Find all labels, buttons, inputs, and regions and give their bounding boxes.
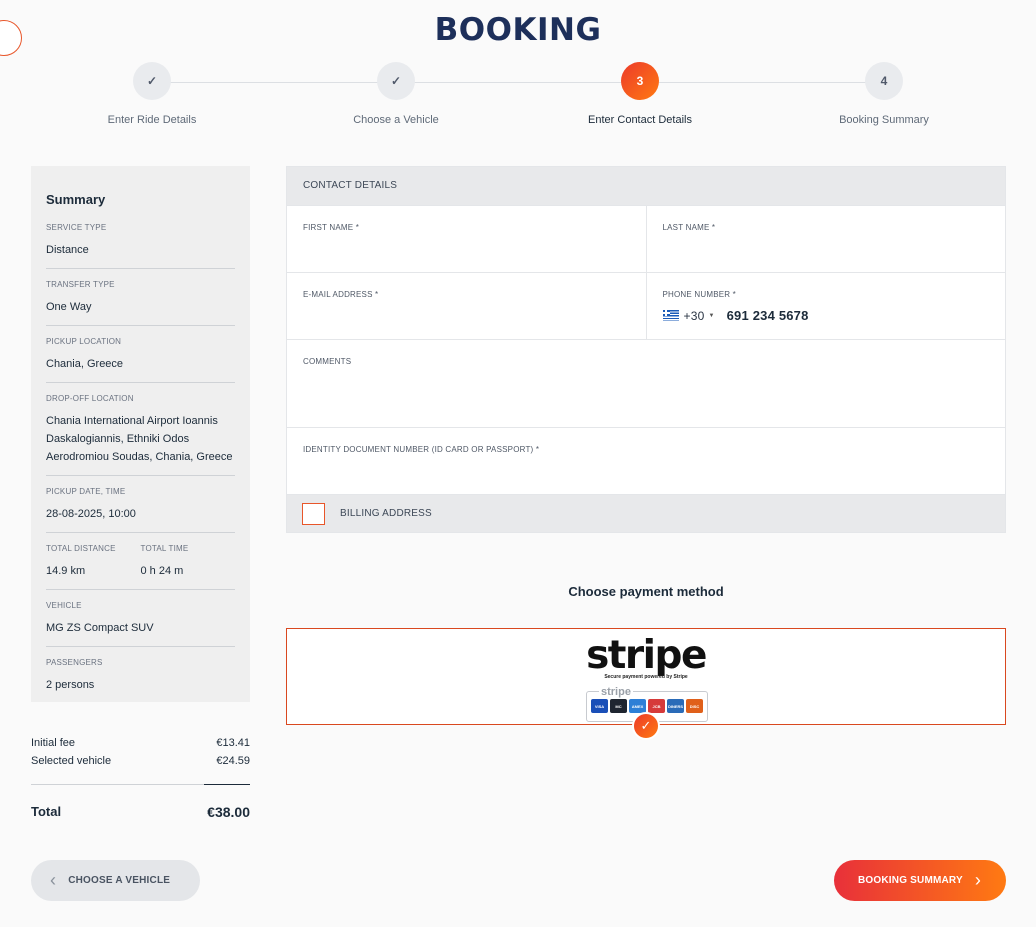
greece-flag-icon[interactable] <box>662 310 679 321</box>
first-name-label: FIRST NAME * <box>303 223 360 232</box>
card-logo-mc: MC <box>610 699 627 713</box>
total-amount: €38.00 <box>207 804 250 820</box>
fee-row-vehicle: Selected vehicle €24.59 <box>31 755 250 767</box>
stripe-payment-option[interactable]: stripe Secure payment powered by Stripe … <box>286 628 1006 725</box>
country-code[interactable]: +30 <box>684 309 705 323</box>
last-name-field[interactable]: LAST NAME * <box>645 206 1006 272</box>
phone-field[interactable]: PHONE NUMBER * +30 ▼ 691 234 5678 <box>645 273 1006 339</box>
payment-method-title: Choose payment method <box>568 584 724 599</box>
back-choose-vehicle-button[interactable]: ‹ CHOOSE A VEHICLE <box>31 860 200 901</box>
form-heading: CONTACT DETAILS <box>287 167 1005 205</box>
contact-details-form: CONTACT DETAILS FIRST NAME * LAST NAME *… <box>286 166 1006 533</box>
summary-pickup-location: PICKUP LOCATION Chania, Greece <box>46 337 235 383</box>
booking-summary-panel: Summary SERVICE TYPE Distance TRANSFER T… <box>31 166 250 702</box>
fee-row-initial: Initial fee €13.41 <box>31 737 250 749</box>
chevron-down-icon[interactable]: ▼ <box>708 313 714 319</box>
check-icon: ✓ <box>377 62 415 100</box>
page-title: BOOKING <box>434 12 602 48</box>
chevron-left-icon: ‹ <box>50 870 57 890</box>
summary-passengers: PASSENGERS 2 persons <box>46 658 103 691</box>
step-booking-summary[interactable]: 4 Booking Summary <box>784 62 984 126</box>
comments-label: COMMENTS <box>303 357 352 366</box>
step-number: 3 <box>621 62 659 100</box>
last-name-label: LAST NAME * <box>662 223 716 232</box>
summary-vehicle: VEHICLE MG ZS Compact SUV <box>46 601 235 647</box>
selected-check-icon: ✓ <box>632 712 660 740</box>
card-logo-diners: DINERS <box>667 699 684 713</box>
email-field[interactable]: E-MAIL ADDRESS * <box>287 273 646 339</box>
fee-divider <box>31 784 250 785</box>
summary-heading: Summary <box>46 192 106 207</box>
total-row: Total €38.00 <box>31 804 250 820</box>
phone-number-value[interactable]: 691 234 5678 <box>727 308 809 323</box>
progress-steps: ✓ Enter Ride Details ✓ Choose a Vehicle … <box>0 62 1036 132</box>
steps-connector <box>152 82 884 83</box>
billing-address-toggle[interactable]: BILLING ADDRESS <box>287 494 1005 532</box>
step-number: 4 <box>865 62 903 100</box>
stripe-tagline: Secure payment powered by Stripe <box>604 674 688 680</box>
stripe-logo: stripe <box>586 633 707 678</box>
card-logo-disc: DISC <box>686 699 703 713</box>
summary-service-type: SERVICE TYPE Distance <box>46 223 235 269</box>
summary-distance-time: TOTAL DISTANCE 14.9 km TOTAL TIME 0 h 24… <box>46 544 235 590</box>
step-label: Booking Summary <box>839 114 929 126</box>
step-label: Enter Ride Details <box>107 114 197 126</box>
summary-transfer-type: TRANSFER TYPE One Way <box>46 280 235 326</box>
card-logo-amex: AMEX <box>629 699 646 713</box>
card-logo-jcb: JCB <box>648 699 665 713</box>
step-label: Choose a Vehicle <box>353 114 439 126</box>
comments-field[interactable]: COMMENTS <box>287 340 1005 427</box>
chevron-right-icon: › <box>974 870 982 890</box>
first-name-field[interactable]: FIRST NAME * <box>287 206 646 272</box>
summary-pickup-datetime: PICKUP DATE, TIME 28-08-2025, 10:00 <box>46 487 235 533</box>
phone-label: PHONE NUMBER * <box>662 290 736 299</box>
badge-label: stripe <box>599 686 633 698</box>
card-logo-visa: VISA <box>591 699 608 713</box>
step-contact-details[interactable]: 3 Enter Contact Details <box>540 62 740 126</box>
check-icon: ✓ <box>133 62 171 100</box>
next-booking-summary-button[interactable]: BOOKING SUMMARY › <box>834 860 1006 901</box>
id-document-label: IDENTITY DOCUMENT NUMBER (ID CARD OR PAS… <box>303 445 540 454</box>
billing-address-label: BILLING ADDRESS <box>340 508 432 519</box>
card-logos: VISA MC AMEX JCB DINERS DISC <box>591 699 703 713</box>
fee-breakdown: Initial fee €13.41 Selected vehicle €24.… <box>31 734 250 820</box>
summary-dropoff-location: DROP-OFF LOCATION Chania International A… <box>46 394 235 476</box>
step-ride-details[interactable]: ✓ Enter Ride Details <box>52 62 252 126</box>
step-label: Enter Contact Details <box>588 114 692 126</box>
billing-address-checkbox[interactable] <box>302 502 325 525</box>
email-label: E-MAIL ADDRESS * <box>303 290 379 299</box>
id-document-field[interactable]: IDENTITY DOCUMENT NUMBER (ID CARD OR PAS… <box>287 428 1005 494</box>
step-choose-vehicle[interactable]: ✓ Choose a Vehicle <box>296 62 496 126</box>
